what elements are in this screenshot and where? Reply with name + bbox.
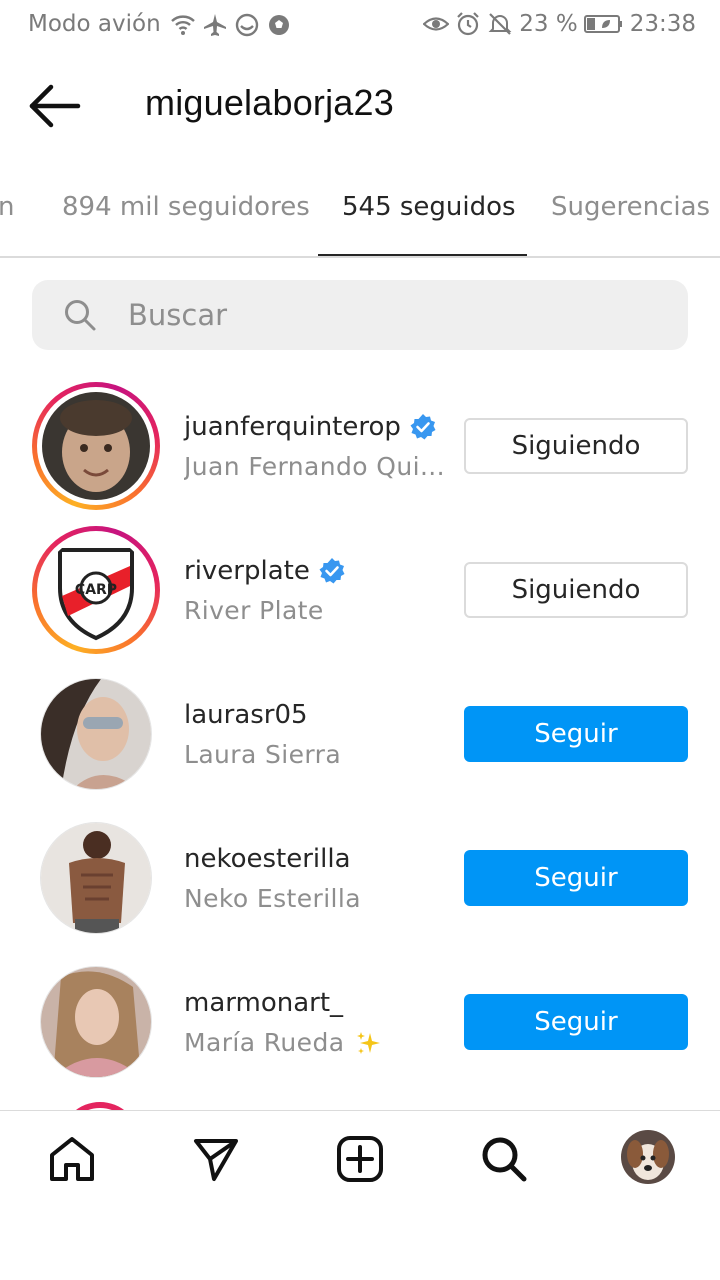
follow-button[interactable]: Seguir [464,706,688,762]
bottom-navigation [0,1110,720,1206]
avatar[interactable] [40,678,152,790]
list-item[interactable]: CARP riverplate River Plate Siguiendo [0,526,720,670]
username[interactable]: riverplate [184,556,310,586]
airplane-icon [202,12,228,38]
story-ring[interactable] [32,382,160,510]
back-button[interactable] [26,80,86,132]
following-button[interactable]: Siguiendo [464,418,688,474]
eye-icon [422,11,450,37]
status-airplane-mode-text: Modo avión [28,11,161,37]
nav-home[interactable] [46,1133,98,1185]
tab-followers[interactable]: 894 mil seguidores [62,192,310,222]
clock: 23:38 [629,11,696,37]
header: miguelaborja23 [0,60,720,152]
username[interactable]: juanferquinterop [184,412,401,442]
search-bar[interactable] [32,280,688,350]
status-icons-right: 23 % 23:38 [422,11,696,37]
river-plate-crest-icon: CARP [58,548,134,641]
battery-percent: 23 % [519,11,578,37]
story-ring[interactable]: CARP [32,526,160,654]
full-name: Juan Fernando Qui... [184,452,445,481]
tab-suggestions[interactable]: Sugerencias [551,192,710,222]
full-name: River Plate [184,596,324,625]
avatar[interactable] [40,822,152,934]
back-arrow-icon [29,84,81,128]
page-title: miguelaborja23 [145,82,394,123]
follow-button[interactable]: Seguir [464,994,688,1050]
list-item[interactable]: juanferquinterop Juan Fernando Qui... Si… [0,382,720,526]
username[interactable]: marmonart_ [184,988,343,1018]
soccer-icon [266,12,292,38]
nav-new-post[interactable] [334,1133,386,1185]
avatar[interactable] [40,966,152,1078]
sync-icon [234,12,260,38]
full-name: María Rueda [184,1028,345,1057]
direct-icon [194,1139,238,1181]
tab-bar: n 894 mil seguidores 545 seguidos Sugere… [0,170,720,258]
full-name: Laura Sierra [184,740,342,769]
full-name: Neko Esterilla [184,884,361,913]
tab-previous[interactable]: n [0,192,14,222]
home-icon [50,1137,94,1181]
verified-badge-icon [319,558,345,584]
tab-following[interactable]: 545 seguidos [342,192,516,222]
nav-direct[interactable] [190,1133,242,1185]
username[interactable]: nekoesterilla [184,844,351,874]
status-bar: Modo avión 23 % 23:38 [0,0,720,50]
search-icon [65,300,96,331]
svg-text:CARP: CARP [75,582,117,598]
list-item[interactable]: nekoesterilla Neko Esterilla Seguir [0,814,720,958]
avatar [42,392,150,500]
status-icons-left [170,12,292,38]
avatar: CARP [42,536,150,644]
search-icon [482,1137,527,1182]
list-item[interactable]: laurasr05 Laura Sierra Seguir [0,670,720,814]
mute-icon [487,11,513,37]
wifi-icon [170,12,196,38]
following-button[interactable]: Siguiendo [464,562,688,618]
new-post-icon [337,1136,383,1182]
list-item[interactable]: marmonart_ María Rueda Seguir [0,958,720,1102]
profile-avatar[interactable] [621,1130,675,1184]
sparkles-icon [357,1031,381,1054]
verified-badge-icon [410,414,436,440]
follow-button[interactable]: Seguir [464,850,688,906]
active-tab-indicator [318,254,527,256]
battery-icon [583,11,624,37]
search-input[interactable] [128,280,668,350]
username[interactable]: laurasr05 [184,700,308,730]
alarm-icon [455,11,481,37]
nav-search[interactable] [478,1133,530,1185]
